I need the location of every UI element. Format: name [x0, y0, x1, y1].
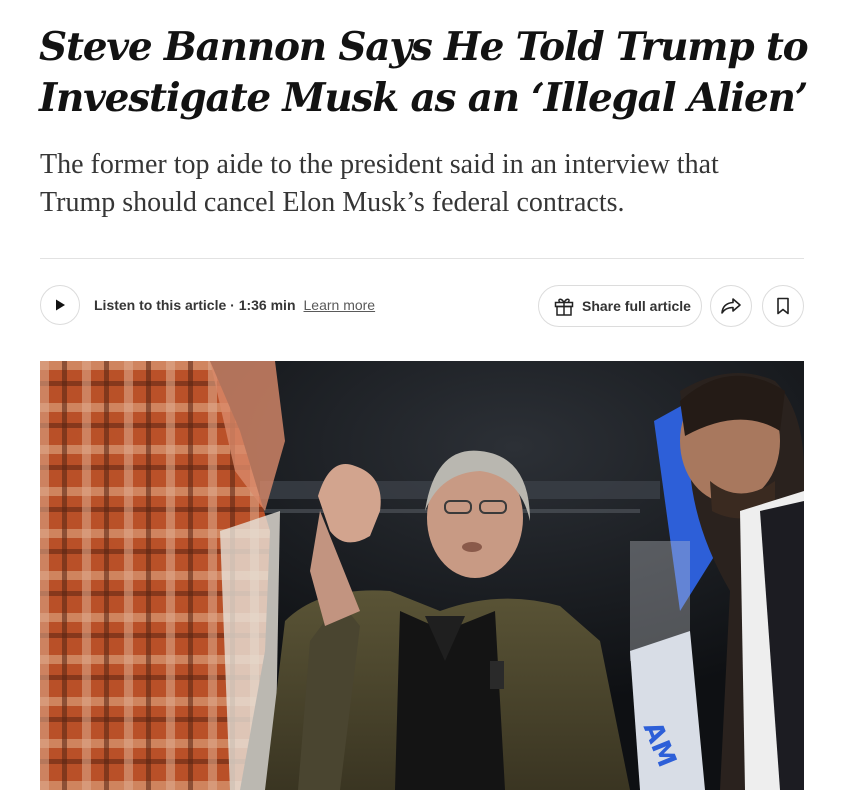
- share-full-article-button[interactable]: Share full article: [538, 285, 702, 327]
- headline-line-1: Steve Bannon Says He Told Trump to: [39, 24, 809, 70]
- divider: [40, 258, 804, 259]
- summary-line-2: Trump should cancel Elon Musk’s federal …: [40, 187, 625, 218]
- play-audio-button[interactable]: [40, 285, 80, 325]
- gift-icon: [554, 298, 574, 316]
- learn-more-link[interactable]: Learn more: [304, 297, 376, 313]
- article-photo: AM: [40, 361, 804, 790]
- article-toolbar: Listen to this article · 1:36 min Learn m…: [40, 285, 804, 327]
- share-button[interactable]: [710, 285, 752, 327]
- bookmark-button[interactable]: [762, 285, 804, 327]
- bookmark-icon: [777, 297, 789, 315]
- headline: Steve Bannon Says He Told Trump to Inves…: [39, 22, 809, 124]
- share-arrow-icon: [721, 298, 741, 314]
- listen-label: Listen to this article · 1:36 min: [94, 297, 296, 313]
- share-full-article-label: Share full article: [582, 298, 691, 314]
- play-icon: [56, 299, 65, 311]
- article-summary: The former top aide to the president sai…: [40, 146, 800, 222]
- article-page: Steve Bannon Says He Told Trump to Inves…: [0, 0, 842, 790]
- listen-info: Listen to this article · 1:36 min Learn m…: [94, 296, 375, 314]
- photo-illustration: AM: [40, 361, 804, 790]
- headline-line-2: Investigate Musk as an ‘Illegal Alien’: [39, 75, 808, 121]
- summary-line-1: The former top aide to the president sai…: [40, 149, 719, 180]
